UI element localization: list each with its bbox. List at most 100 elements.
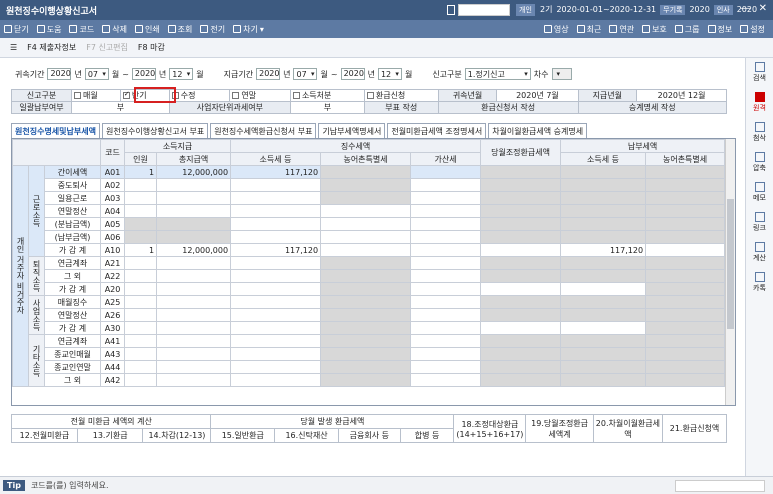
tab-prepaid[interactable]: 기납부세액명세서 xyxy=(318,123,386,139)
table-row[interactable]: 가 감 계 A20 xyxy=(13,282,726,296)
print-button[interactable]: 인쇄 xyxy=(131,24,164,35)
search-button[interactable]: 조회 xyxy=(164,24,197,35)
cell-add[interactable] xyxy=(410,334,482,348)
pay-end-year[interactable]: 2020 xyxy=(340,68,365,80)
cell-total[interactable] xyxy=(156,256,232,270)
report-type-select[interactable]: 1.정기신고 xyxy=(464,68,531,80)
document-icon[interactable] xyxy=(447,5,455,15)
related-button[interactable]: 연관 xyxy=(605,24,638,35)
succession-header[interactable]: 승계명세 작성 xyxy=(577,101,727,114)
tab-attachment[interactable]: 원천징수이행상황신고서 부표 xyxy=(101,123,209,139)
unit-tax-value[interactable]: 부 xyxy=(289,101,365,114)
table-row[interactable]: (납부금액) A06 xyxy=(13,230,726,244)
attr-end-year[interactable]: 2020 xyxy=(131,68,156,80)
cell-income[interactable] xyxy=(230,308,322,322)
attr-end-month[interactable]: 12 xyxy=(169,68,194,80)
help-button[interactable]: 도움 xyxy=(33,24,66,35)
cell-income[interactable]: 117,120 xyxy=(230,243,322,257)
cell-paid-rural[interactable] xyxy=(645,243,726,257)
cell-people[interactable] xyxy=(124,321,158,335)
sidebar-remote[interactable]: 원격 xyxy=(746,92,773,118)
title-search-input[interactable] xyxy=(458,4,510,16)
minimize-icon[interactable]: — xyxy=(741,3,751,14)
settings-button[interactable]: 설정 xyxy=(736,24,769,35)
sidebar-attach[interactable]: 첨삭 xyxy=(746,122,773,148)
cell-people[interactable] xyxy=(124,269,158,283)
table-row[interactable]: 종교인매월 A43 xyxy=(13,347,726,361)
cell-income[interactable] xyxy=(230,295,322,309)
cell-people[interactable] xyxy=(124,334,158,348)
f4-submitter-button[interactable]: F4 제출자정보 xyxy=(27,42,76,53)
grid-scrollbar[interactable] xyxy=(725,139,735,405)
cell-income[interactable] xyxy=(230,191,322,205)
table-row[interactable]: 중도퇴사 A02 xyxy=(13,178,726,192)
cell-rural[interactable] xyxy=(320,243,412,257)
table-row[interactable]: 가 감 계 A30 xyxy=(13,321,726,335)
cell-add[interactable] xyxy=(410,165,482,179)
cell-people[interactable] xyxy=(124,256,158,270)
sidebar-link[interactable]: 링크 xyxy=(746,212,773,238)
sidebar-kakao[interactable]: 카톡 xyxy=(746,272,773,298)
cell-total[interactable] xyxy=(156,334,232,348)
cell-add[interactable] xyxy=(410,217,482,231)
cell-people[interactable] xyxy=(124,282,158,296)
cell-total[interactable] xyxy=(156,360,232,374)
cell-income[interactable] xyxy=(230,334,322,348)
cell-income[interactable] xyxy=(230,360,322,374)
cell-income[interactable] xyxy=(230,217,322,231)
cell-income[interactable] xyxy=(230,178,322,192)
attr-start-year[interactable]: 2020 xyxy=(47,68,72,80)
tab-withholding-details[interactable]: 원천징수명세및납부세액 xyxy=(11,123,100,139)
attachment-header[interactable]: 부표 작성 xyxy=(363,101,439,114)
table-row[interactable]: 기타소득 연금계좌 A41 xyxy=(13,334,726,387)
cell-rural[interactable] xyxy=(320,230,412,244)
cell-people[interactable] xyxy=(124,191,158,205)
cell-people[interactable]: 1 xyxy=(124,165,158,179)
cell-income[interactable] xyxy=(230,204,322,218)
table-row[interactable]: 사업소득 매월징수 A25 xyxy=(13,295,726,335)
cell-add[interactable] xyxy=(410,243,482,257)
table-row[interactable]: 개인 거주자 비거주자 근로소득 간이세액 A01 1 12,000,000 1… xyxy=(12,165,726,387)
sidebar-compress[interactable]: 압축 xyxy=(746,152,773,178)
cell-paid-income[interactable]: 117,120 xyxy=(560,243,647,257)
sequence-select[interactable] xyxy=(551,68,572,80)
cell-total[interactable] xyxy=(156,295,232,309)
cell-people[interactable] xyxy=(124,204,158,218)
cell-paid-income[interactable] xyxy=(560,282,647,296)
refund-app-header[interactable]: 환급신청서 작성 xyxy=(437,101,579,114)
cell-income[interactable] xyxy=(230,321,322,335)
cell-people[interactable] xyxy=(124,178,158,192)
f8-close-button[interactable]: F8 마감 xyxy=(138,42,165,53)
tab-refund-attachment[interactable]: 원천징수세액환급신청서 부표 xyxy=(210,123,317,139)
info-button[interactable]: 정보 xyxy=(704,24,737,35)
cell-add[interactable] xyxy=(410,321,482,335)
scrollbar-thumb[interactable] xyxy=(727,199,734,329)
cell-add[interactable] xyxy=(410,295,482,309)
next-button[interactable]: 차기 ▾ xyxy=(229,24,268,35)
cell-add[interactable] xyxy=(410,230,482,244)
cell-income[interactable] xyxy=(230,256,322,270)
video-button[interactable]: 영상 xyxy=(540,24,573,35)
cell-income[interactable] xyxy=(230,347,322,361)
cell-rural[interactable] xyxy=(320,217,412,231)
group-button[interactable]: 그룹 xyxy=(671,24,704,35)
table-row[interactable]: 종교인연말 A44 xyxy=(13,360,726,374)
protect-button[interactable]: 보호 xyxy=(638,24,671,35)
cell-total[interactable] xyxy=(156,282,232,296)
cell-total[interactable] xyxy=(156,204,232,218)
cell-add[interactable] xyxy=(410,347,482,361)
cell-income[interactable] xyxy=(230,373,322,387)
checkbox-disposition[interactable]: 소득처분 xyxy=(289,89,365,102)
cell-add[interactable] xyxy=(410,373,482,387)
table-row[interactable]: 그 외 A22 xyxy=(13,269,726,283)
cell-total[interactable] xyxy=(156,191,232,205)
cell-income[interactable] xyxy=(230,230,322,244)
cell-add[interactable] xyxy=(410,360,482,374)
f7-edit-button[interactable]: F7 신고편집 xyxy=(86,42,128,53)
cell-people[interactable] xyxy=(124,295,158,309)
cell-people[interactable] xyxy=(124,360,158,374)
cell-total[interactable] xyxy=(156,308,232,322)
cell-add[interactable] xyxy=(410,191,482,205)
recent-button[interactable]: 최근 xyxy=(573,24,606,35)
cell-total[interactable] xyxy=(156,347,232,361)
